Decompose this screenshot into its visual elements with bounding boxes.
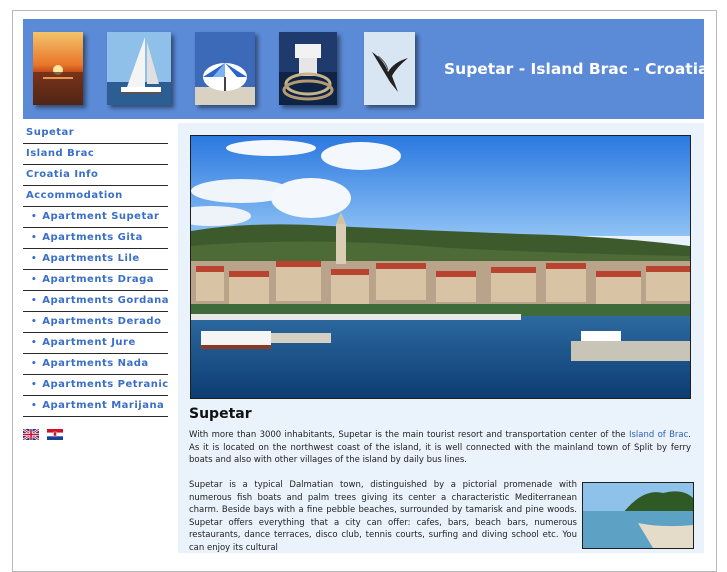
bullet-icon: • xyxy=(31,317,38,327)
sailboat-thumbnail xyxy=(107,32,171,105)
bullet-icon: • xyxy=(31,275,38,285)
page-title: Supetar xyxy=(189,406,252,422)
nav-item-label: Apartment Marijana xyxy=(42,400,165,411)
bullet-icon: • xyxy=(31,338,38,348)
nav-item-label: Apartments Nada xyxy=(42,358,149,369)
description-paragraph: Supetar is a typical Dalmatian town, dis… xyxy=(189,480,577,553)
bullet-icon: • xyxy=(31,401,38,411)
nav-item-apartments-draga[interactable]: • Apartments Draga xyxy=(23,270,168,291)
language-flags xyxy=(22,425,66,444)
nav-item-apartments-petranic[interactable]: • Apartments Petranic xyxy=(23,375,168,396)
bullet-icon: • xyxy=(31,359,38,369)
nav-item-label: Apartment Jure xyxy=(42,337,136,348)
main-content: Supetar With more than 3000 inhabitants,… xyxy=(178,123,704,553)
intro-text-start: With more than 3000 inhabitants, Supetar… xyxy=(189,430,629,440)
nav-item-label: Apartment Supetar xyxy=(42,211,160,222)
nav-item-apartment-jure[interactable]: • Apartment Jure xyxy=(23,333,168,354)
bullet-icon: • xyxy=(31,254,38,264)
bullet-icon: • xyxy=(31,380,38,390)
site-title: Supetar - Island Brac - Croatia xyxy=(444,60,709,78)
nav-item-label: Apartments Petranic xyxy=(42,379,169,390)
nav-item-croatia-info[interactable]: Croatia Info xyxy=(23,165,168,186)
supetar-harbor-photo xyxy=(190,135,691,399)
intro-paragraph: With more than 3000 inhabitants, Supetar… xyxy=(189,429,691,467)
nav-item-label: Apartments Lile xyxy=(42,253,140,264)
nav-item-label: Supetar xyxy=(26,127,75,138)
seagull-thumbnail xyxy=(364,32,415,105)
nav-item-label: Apartments Gordana xyxy=(42,295,169,306)
croatian-flag-icon[interactable] xyxy=(47,425,64,440)
nav-item-apartments-nada[interactable]: • Apartments Nada xyxy=(23,354,168,375)
beach-photo xyxy=(582,482,694,549)
sunset-thumbnail xyxy=(33,32,83,105)
nav-item-apartments-gita[interactable]: • Apartments Gita xyxy=(23,228,168,249)
nav-item-apartment-supetar[interactable]: • Apartment Supetar xyxy=(23,207,168,228)
header-banner: Supetar - Island Brac - Croatia xyxy=(23,19,709,119)
nav-item-label: Apartments Derado xyxy=(42,316,162,327)
bollard-thumbnail xyxy=(279,32,337,105)
nav-item-label: Apartments Gita xyxy=(42,232,143,243)
nav-item-apartment-marijana[interactable]: • Apartment Marijana xyxy=(23,396,168,417)
nav-item-label: Croatia Info xyxy=(26,169,99,180)
bullet-icon: • xyxy=(31,233,38,243)
english-flag-icon[interactable] xyxy=(22,425,40,441)
nav-item-apartments-gordana[interactable]: • Apartments Gordana xyxy=(23,291,168,312)
nav-item-label: Apartments Draga xyxy=(42,274,155,285)
nav-item-apartments-lile[interactable]: • Apartments Lile xyxy=(23,249,168,270)
umbrella-thumbnail xyxy=(195,32,255,105)
island-of-brac-link[interactable]: Island of Brac xyxy=(629,430,688,440)
nav-item-label: Accommodation xyxy=(26,190,123,201)
nav-item-accommodation[interactable]: Accommodation xyxy=(23,186,168,207)
nav-item-supetar[interactable]: Supetar xyxy=(23,123,168,144)
bullet-icon: • xyxy=(31,296,38,306)
nav-item-apartments-derado[interactable]: • Apartments Derado xyxy=(23,312,168,333)
sidebar-nav: Supetar Island Brac Croatia Info Accommodat… xyxy=(23,123,168,417)
nav-item-island-brac[interactable]: Island Brac xyxy=(23,144,168,165)
bullet-icon: • xyxy=(31,212,38,222)
nav-item-label: Island Brac xyxy=(26,148,95,159)
